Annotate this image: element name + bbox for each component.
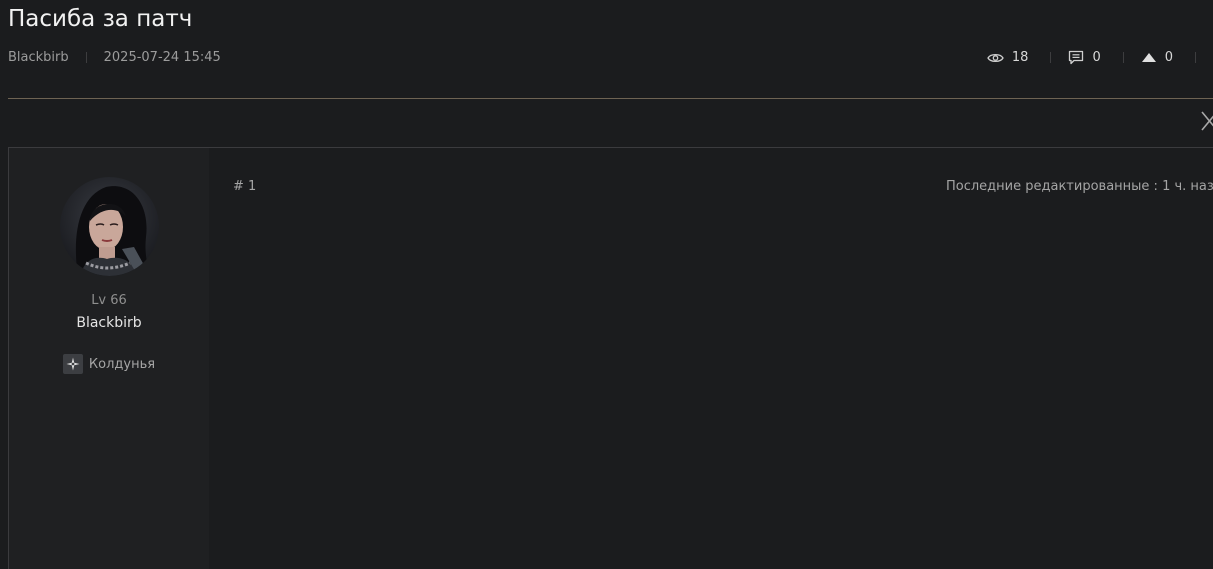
author-card: Lv 66 Blackbirb Колдунья (9, 148, 209, 569)
post-number[interactable]: # 1 (233, 179, 256, 194)
author-level: Lv 66 (91, 293, 127, 308)
post-meta: Blackbirb 2025-07-24 15:45 (8, 50, 221, 65)
divider (1195, 52, 1196, 63)
author-name[interactable]: Blackbirb (9, 315, 209, 331)
sorceress-class-icon (62, 354, 83, 374)
author-class: Колдунья (9, 354, 209, 374)
views-stat: 18 (987, 50, 1029, 65)
post-title: Пасиба за патч (8, 6, 193, 32)
upvote-stat[interactable]: 0 (1141, 50, 1173, 65)
comment-icon (1069, 50, 1084, 65)
eye-icon (987, 53, 1004, 62)
divider (85, 52, 87, 63)
header-divider (8, 98, 1213, 99)
post-datetime: 2025-07-24 15:45 (103, 50, 221, 65)
avatar[interactable] (60, 177, 159, 276)
avatar-image (60, 177, 159, 276)
post-card: Lv 66 Blackbirb Колдунья # 1 Последние р… (8, 147, 1213, 569)
divider (1050, 52, 1052, 63)
x-icon[interactable] (1200, 110, 1213, 132)
comments-count: 0 (1092, 50, 1101, 65)
upvote-count: 0 (1164, 50, 1173, 65)
last-edited: Последние редактированные : 1 ч. назад (946, 179, 1213, 194)
class-name: Колдунья (88, 356, 156, 372)
post-stats: 18 0 0 (987, 50, 1213, 65)
post-author-link[interactable]: Blackbirb (8, 50, 69, 65)
triangle-up-icon (1141, 53, 1156, 62)
divider (1122, 52, 1124, 63)
comments-stat: 0 (1068, 50, 1101, 65)
post-page: Пасиба за патч Blackbirb 2025-07-24 15:4… (0, 0, 1213, 569)
views-count: 18 (1011, 50, 1029, 65)
